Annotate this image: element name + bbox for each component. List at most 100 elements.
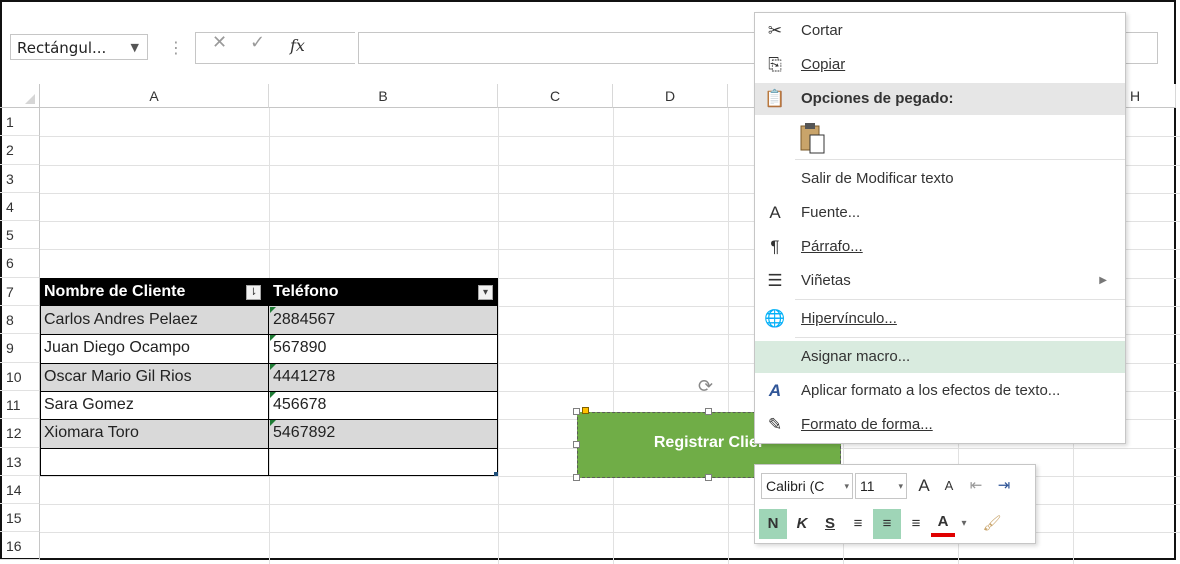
font-color-button[interactable]: A [931,509,955,537]
menu-separator [795,299,1125,300]
menu-item-font[interactable]: A Fuente... [755,197,1125,229]
menu-section-label: Opciones de pegado: [801,90,954,107]
menu-item-exit-edit[interactable]: Salir de Modificar texto [755,163,1125,195]
scissors-icon: ✂ [767,21,783,40]
menu-item-text-effects[interactable]: A Aplicar formato a los efectos de texto… [755,375,1125,407]
chevron-down-icon: ▾ [898,481,903,491]
row-header[interactable]: 14 [0,476,40,504]
table-header-label: Nombre de Cliente [44,283,186,300]
resize-handle[interactable] [705,408,712,415]
row-header[interactable]: 16 [0,532,40,560]
grid-line [613,108,614,564]
font-name-value: Calibri (C [766,478,825,494]
resize-handle[interactable] [573,408,580,415]
bold-button[interactable]: N [759,509,787,539]
filter-dropdown-icon[interactable]: ▾ [478,285,493,300]
row-header[interactable]: 3 [0,165,40,193]
table-row-line [40,334,498,335]
row-header[interactable]: 6 [0,249,40,278]
row-header[interactable]: 1 [0,108,40,136]
table-header-label: Teléfono [273,283,339,300]
align-right-icon[interactable]: ≡ [903,509,929,539]
row-header[interactable]: 9 [0,334,40,363]
resize-handle[interactable] [573,441,580,448]
copy-icon: ⎘ [768,55,782,74]
paste-options-header: 📋 Opciones de pegado: [755,83,1125,115]
font-name-select[interactable]: Calibri (C ▾ [761,473,853,499]
error-indicator-icon [270,335,276,341]
underline-button[interactable]: S [817,509,843,539]
resize-handle[interactable] [573,474,580,481]
grid-line [498,108,499,564]
error-indicator-icon [270,307,276,313]
menu-item-bullets[interactable]: ☰ Viñetas ▶ [755,265,1125,297]
menu-item-shape-format[interactable]: ✎ Formato de forma... [755,409,1125,441]
table-row-line [40,363,498,364]
table-row-line [40,419,498,420]
decrease-indent-icon[interactable]: ⇤ [963,471,989,501]
table-row-line [40,448,498,449]
format-shape-icon: ✎ [767,415,783,434]
column-header-a[interactable]: A [40,84,269,108]
column-header-d[interactable]: D [613,84,728,108]
align-left-icon[interactable]: ≡ [845,509,871,539]
error-indicator-icon [270,364,276,370]
fx-icon[interactable]: fx [290,36,305,55]
menu-item-assign-macro[interactable]: Asignar macro... [755,341,1125,373]
italic-button[interactable]: K [789,509,815,539]
menu-item-label: Viñetas [801,272,851,289]
chevron-down-icon[interactable]: ▾ [957,509,971,539]
grow-font-icon[interactable]: A [913,471,935,501]
sort-filter-icon[interactable]: ⇂ [246,285,261,300]
menu-item-label: Copiar [801,56,846,73]
menu-item-copy[interactable]: ⎘ Copiar [755,49,1125,81]
adjust-handle[interactable] [582,407,589,414]
caret-down-icon[interactable]: ▼ [131,35,139,61]
menu-item-label: Aplicar formato a los efectos de texto..… [801,382,1061,399]
align-center-icon[interactable]: ≡ [873,509,901,539]
table-header-cell[interactable]: Nombre de Cliente [40,278,269,306]
row-header[interactable]: 13 [0,448,40,476]
mini-toolbar: Calibri (C ▾ 11 ▾ A A ⇤ ⇥ N K S ≡ ≡ ≡ A … [754,464,1036,544]
menu-item-cut[interactable]: ✂ Cortar [755,15,1125,47]
menu-separator [795,337,1125,338]
font-size-select[interactable]: 11 ▾ [855,473,907,499]
resize-handle[interactable] [705,474,712,481]
row-header[interactable]: 2 [0,136,40,165]
row-header[interactable]: 10 [0,363,40,391]
submenu-arrow-icon: ▶ [1099,275,1107,286]
table-header-cell[interactable]: Teléfono [269,278,498,306]
menu-item-label: Asignar macro... [801,348,911,365]
text-effects-icon: A [768,381,782,400]
formula-bar-grip-icon: ⋮ [168,38,184,57]
row-header[interactable]: 5 [0,221,40,249]
menu-item-label: Cortar [801,22,843,39]
format-painter-icon[interactable]: 🖌 [977,509,1007,539]
column-header-b[interactable]: B [269,84,498,108]
x-icon[interactable]: ✕ [212,32,227,53]
select-all-corner[interactable] [0,84,40,108]
name-box[interactable]: Rectángul... ▼ [10,34,148,60]
clipboard-icon: 📋 [764,89,786,108]
menu-separator [795,159,1125,160]
increase-indent-icon[interactable]: ⇥ [991,471,1017,501]
row-header[interactable]: 11 [0,391,40,419]
row-header[interactable]: 7 [0,278,40,306]
table-resize-handle[interactable] [494,472,498,476]
paste-keep-format-button[interactable] [799,121,829,155]
row-header[interactable]: 8 [0,306,40,334]
menu-item-hyperlink[interactable]: 🌐 Hipervínculo... [755,303,1125,335]
menu-item-label: Formato de forma... [801,416,933,433]
row-header[interactable]: 12 [0,419,40,448]
row-header[interactable]: 4 [0,193,40,221]
error-indicator-icon [270,392,276,398]
paste-icon [800,123,825,154]
shrink-font-icon[interactable]: A [939,471,959,501]
row-header[interactable]: 15 [0,504,40,532]
menu-item-paragraph[interactable]: ¶ Párrafo... [755,231,1125,263]
column-header-h[interactable]: H [1126,84,1176,108]
context-menu: ✂ Cortar ⎘ Copiar 📋 Opciones de pegado: … [754,12,1126,444]
rotate-handle-icon[interactable]: ⟳ [698,376,713,397]
column-header-c[interactable]: C [498,84,613,108]
check-icon[interactable]: ✓ [250,32,265,53]
